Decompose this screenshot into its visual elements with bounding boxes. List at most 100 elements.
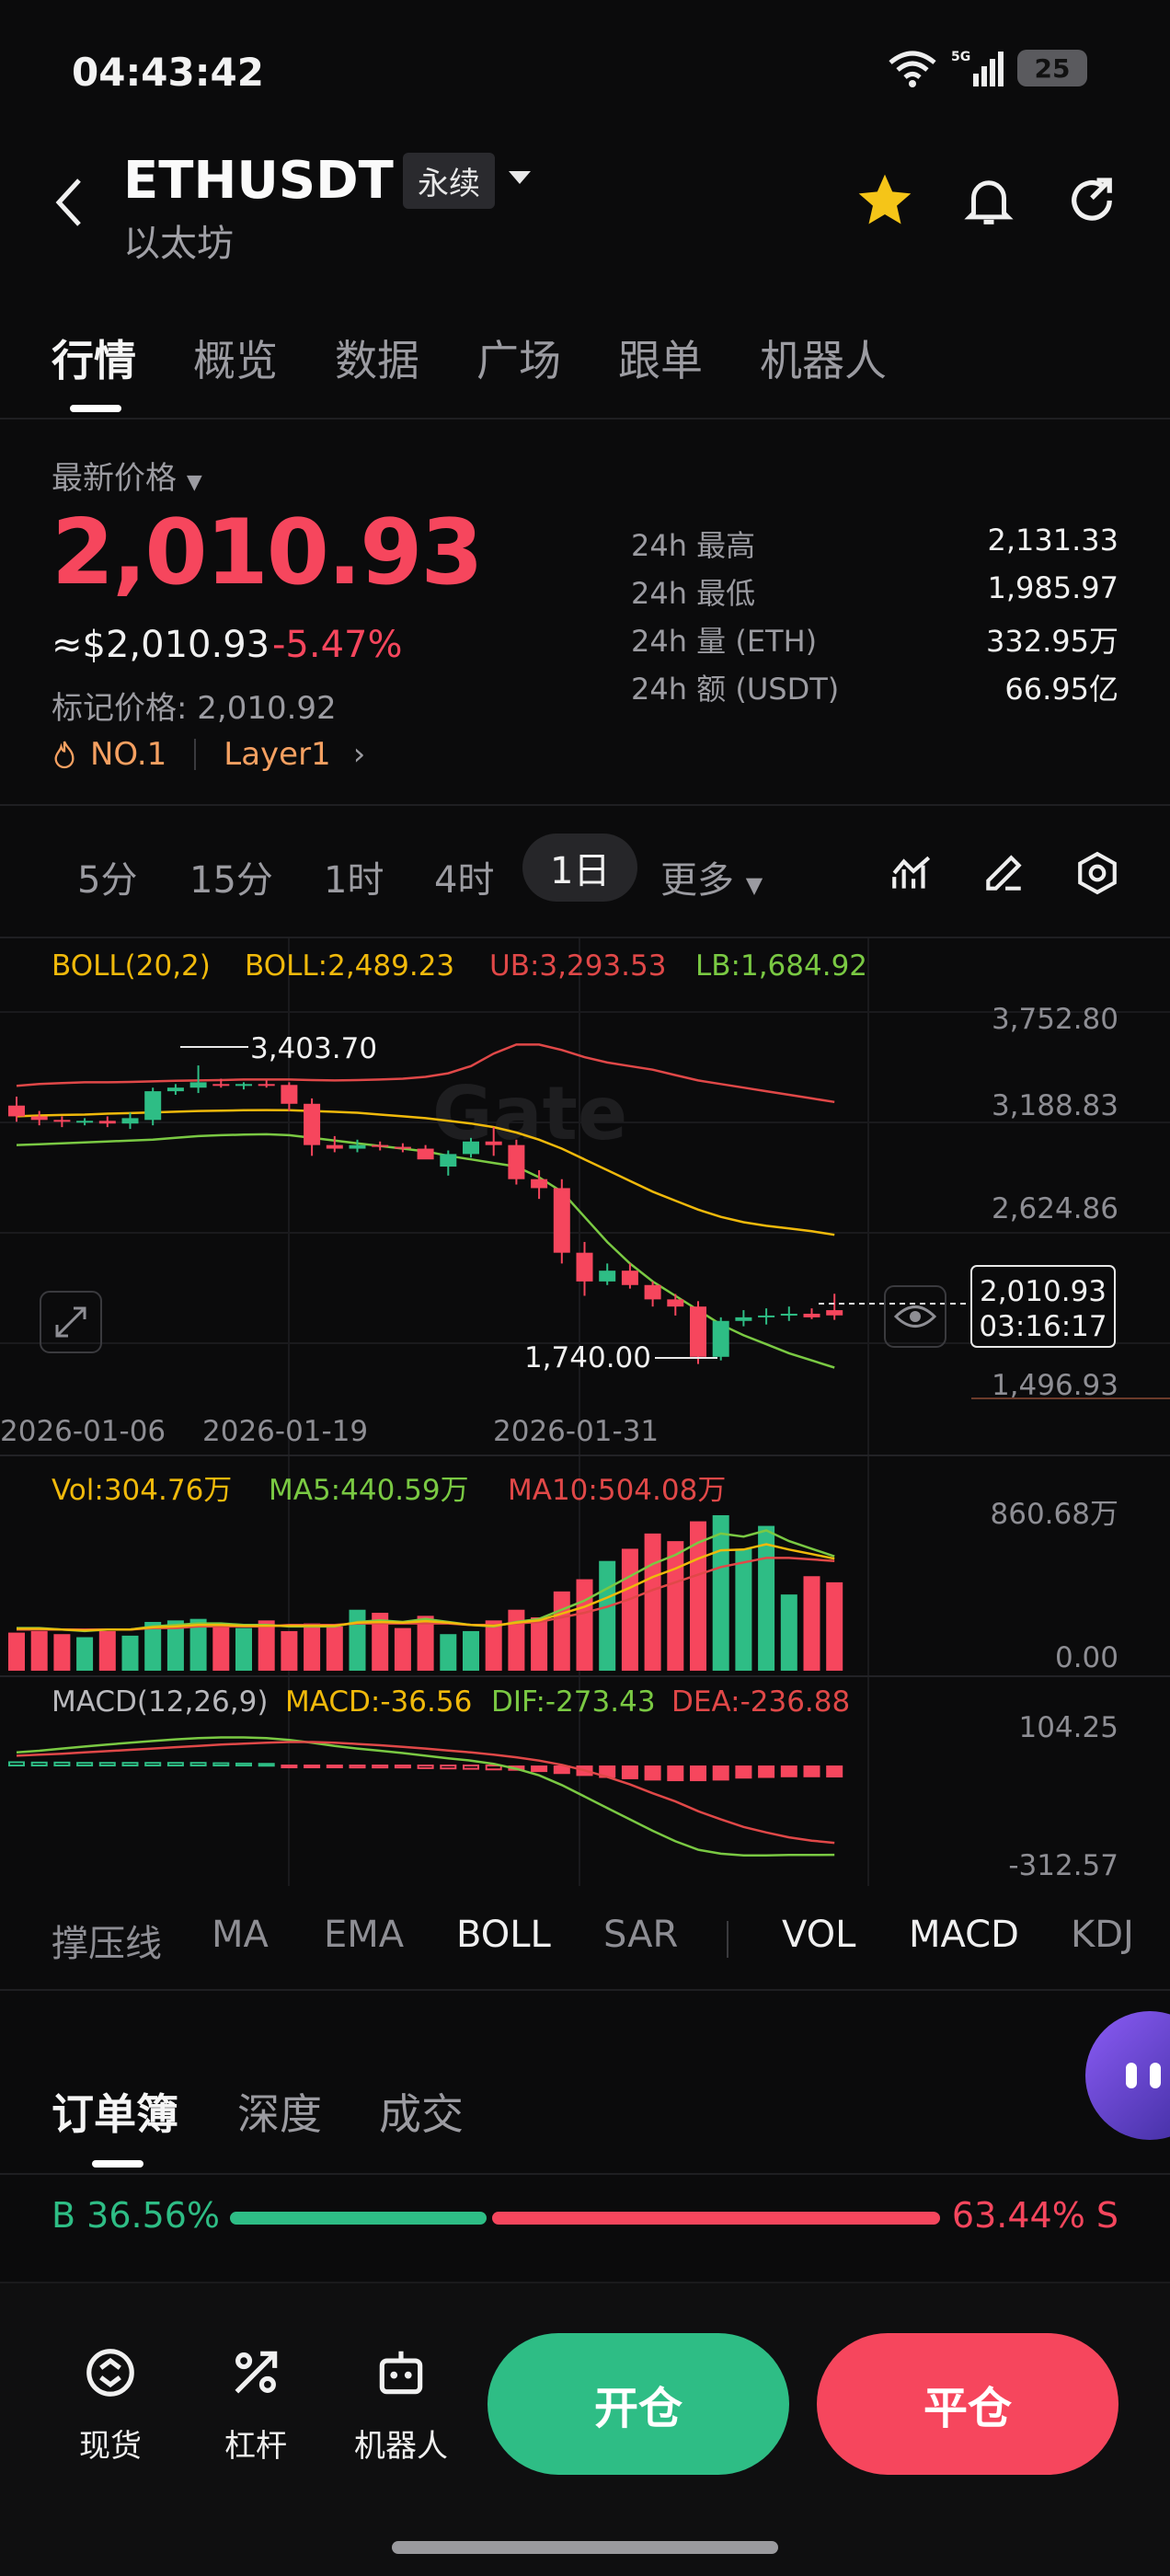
macd-hist-bar [235,1762,252,1767]
macd-hist-bar [758,1765,775,1778]
macd-hist-bar [121,1762,139,1767]
indicator-chart-icon[interactable] [889,850,935,896]
indicator-macd[interactable]: MACD [909,1914,1019,1956]
ratio-track [230,2212,940,2225]
period-4h[interactable]: 4时 [434,850,494,903]
candle-body [599,1271,616,1282]
volume-bar [735,1548,752,1671]
volume-bar [235,1627,252,1671]
home-indicator[interactable] [392,2541,778,2554]
period-1h[interactable]: 1时 [324,850,384,903]
share-refresh-icon[interactable] [1061,169,1122,232]
volume-bar [76,1637,94,1671]
macd-panel [8,1736,843,1857]
tab-depth[interactable]: 深度 [237,2081,322,2142]
category-tag[interactable]: Layer1 [224,736,330,773]
sell-ratio: 63.44% S [951,2195,1118,2236]
indicator-support-resistance[interactable]: 撑压线 [52,1914,162,1967]
candle-body [212,1084,230,1087]
symbol-title[interactable]: ETHUSDT [123,151,394,211]
indicator-boll[interactable]: BOLL [456,1914,551,1956]
period-15m[interactable]: 15分 [189,850,273,903]
volume-bar [53,1634,71,1671]
settings-hex-icon[interactable] [1074,850,1120,896]
tab-data[interactable]: 数据 [335,328,419,388]
indicator-ma[interactable]: MA [212,1914,269,1956]
high-price-label: 3,403.70 [250,1032,377,1065]
indicator-kdj[interactable]: KDJ [1071,1914,1134,1956]
close-position-button[interactable]: 平仓 [817,2333,1118,2475]
status-time: 04:43:42 [72,50,264,95]
draw-pencil-icon[interactable] [981,850,1027,896]
indicator-ema[interactable]: EMA [324,1914,404,1956]
volume-bar [440,1634,457,1671]
candle-body [30,1116,48,1121]
macd-hist-bar [98,1762,116,1767]
candle-body [349,1144,366,1149]
volume-bar [212,1625,230,1671]
candle-body [644,1284,661,1300]
chart-svg[interactable]: Gate BOLL(20,2) BOLL:2,489.23 UB:3,293.5… [0,938,1170,1886]
candle-body [485,1141,502,1145]
tab-bots[interactable]: 机器人 [760,328,887,388]
tab-square[interactable]: 广场 [476,328,561,388]
nav-margin[interactable]: 杠杆 [191,2344,320,2466]
last-price: 2,010.93 [52,500,484,605]
indicator-sar[interactable]: SAR [603,1914,678,1956]
candle-body [235,1084,252,1087]
open-position-button[interactable]: 开仓 [488,2333,789,2475]
macd-hist-bar [76,1762,94,1767]
macd-hist-bar [258,1763,275,1767]
rank-tag[interactable]: NO.1 [90,736,166,773]
volume-bar [531,1617,548,1671]
nav-bot[interactable]: 机器人 [337,2344,465,2466]
stat-row: 24h 最低 1,985.97 [631,570,1118,611]
vol-ma10-value: MA10:504.08万 [508,1474,726,1507]
candle-body [394,1146,411,1149]
eye-icon[interactable] [884,1285,946,1348]
volume-bars [8,1514,843,1671]
macd-hist-bar [531,1765,548,1773]
back-arrow-icon[interactable] [52,175,88,230]
macd-hist-bar [8,1761,25,1767]
tab-copy-trade[interactable]: 跟单 [618,328,703,388]
tab-market[interactable]: 行情 [52,328,136,388]
vol-tick: 860.68万 [991,1498,1118,1531]
period-more[interactable]: 更多 ▼ [660,850,763,903]
volume-bar [98,1630,116,1671]
macd-hist-bar [212,1762,230,1767]
tab-trades[interactable]: 成交 [379,2081,464,2142]
symbol-dropdown-icon[interactable] [509,171,531,184]
active-tab-indicator [70,405,121,412]
candle-body [144,1091,162,1121]
kline-chart[interactable]: Gate BOLL(20,2) BOLL:2,489.23 UB:3,293.5… [0,938,1170,1886]
period-1d[interactable]: 1日 [522,834,638,902]
star-favorite-icon[interactable] [854,169,916,232]
macd-hist-bar [349,1765,366,1769]
volume-bar [326,1626,343,1671]
candle-body [326,1144,343,1149]
candle-body [8,1105,25,1117]
x-tick: 2026-01-31 [493,1415,659,1448]
ratio-buy-fill [230,2212,488,2225]
tab-orderbook[interactable]: 订单簿 [52,2081,178,2142]
contract-type-badge[interactable]: 永续 [403,153,495,209]
svg-text:5G: 5G [951,50,970,64]
indicator-vol[interactable]: VOL [782,1914,855,1956]
caret-down-icon: ▼ [745,872,763,898]
volume-bar [349,1609,366,1671]
volume-bar [508,1609,525,1671]
tab-overview[interactable]: 概览 [193,328,278,388]
latest-price-label[interactable]: 最新价格 ▼ [52,453,202,498]
period-5m[interactable]: 5分 [77,850,137,903]
stat-row: 24h 额 (USDT) 66.95亿 [631,672,1118,707]
spot-icon [86,2349,134,2397]
bell-icon[interactable] [958,169,1019,232]
chevron-right-icon[interactable]: › [353,736,366,773]
macd-hist-bar [189,1762,207,1767]
bottom-action-bar: 现货 杠杆 机器人 开仓 平仓 [0,2282,1170,2576]
price-section: 最新价格 ▼ 2,010.93 ≈$2,010.93 -5.47% 标记价格: … [0,420,1170,806]
indicator-divider [727,1921,728,1958]
period-selector: 5分 15分 1时 4时 1日 更多 ▼ [0,806,1170,938]
nav-spot[interactable]: 现货 [46,2344,175,2466]
